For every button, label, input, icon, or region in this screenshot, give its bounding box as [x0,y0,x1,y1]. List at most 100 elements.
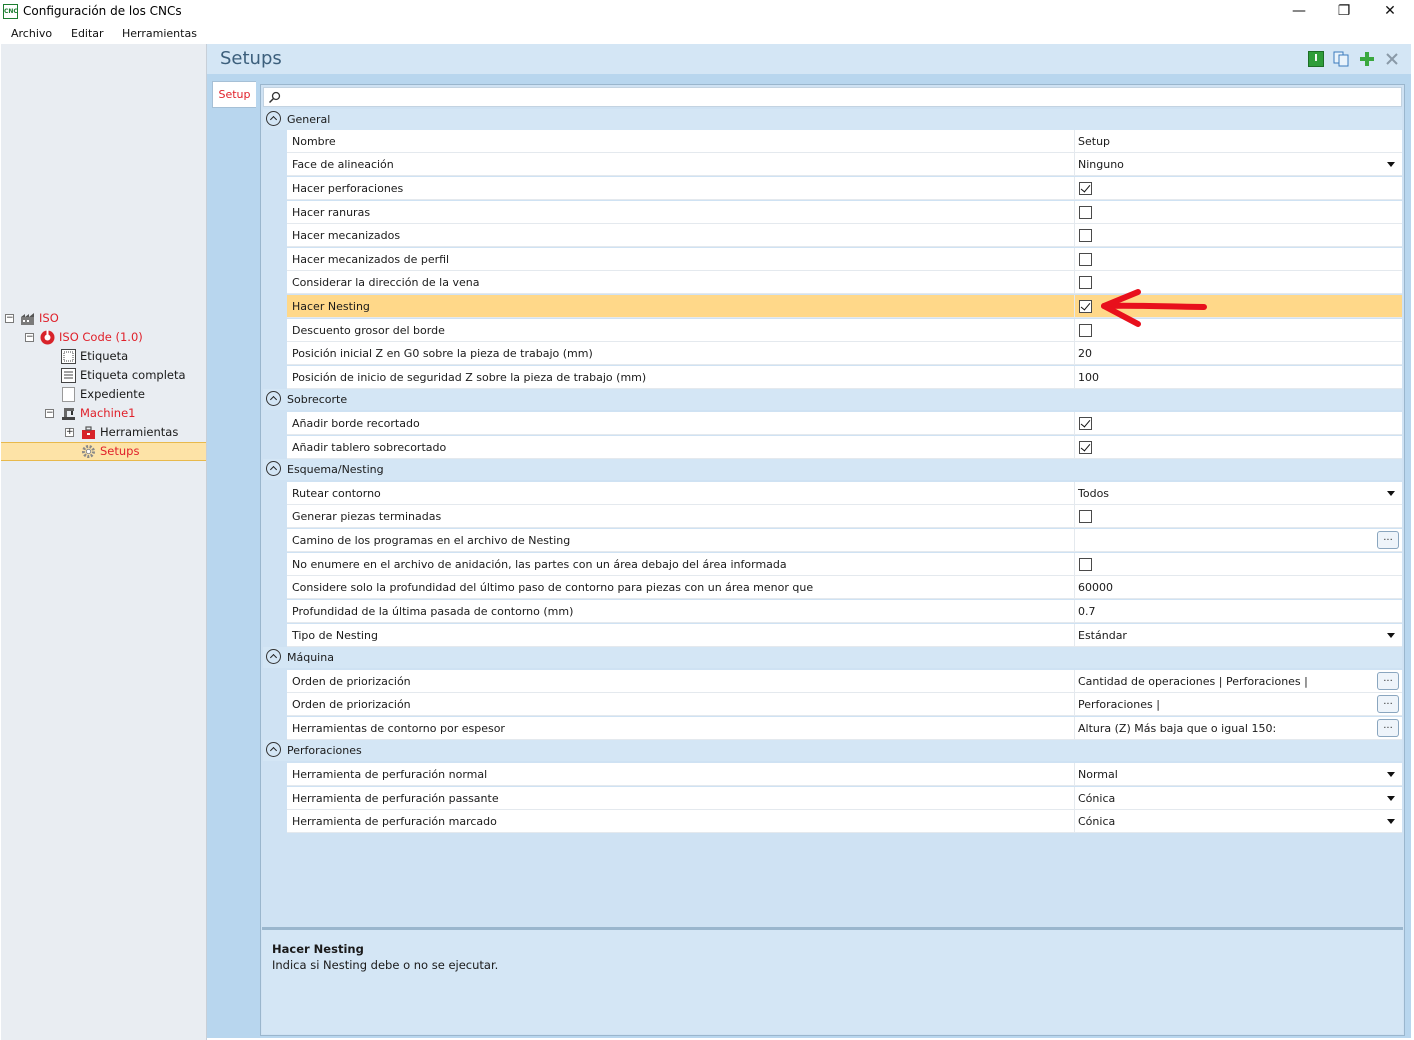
collapse-category-icon[interactable] [266,461,281,476]
checkbox-tablero[interactable] [1079,441,1092,454]
tree-item-etiqueta-completa[interactable]: Etiqueta completa [1,366,206,385]
search-icon [268,91,281,104]
dropdown-passante[interactable]: Cónica [1074,787,1401,810]
dropdown-arrow-icon[interactable] [1387,633,1395,638]
delete-icon[interactable] [1384,51,1400,67]
property-row[interactable]: Tipo de Nesting Estándar [287,624,1402,647]
property-row[interactable]: Herramienta de perfuración passante Cónic… [287,787,1402,810]
property-value[interactable]: 0.7 [1074,600,1401,623]
property-row[interactable]: Herramienta de perfuración marcado Cónica [287,810,1402,833]
property-row[interactable]: Descuento grosor del borde [287,319,1402,342]
edit-list-button[interactable]: ... [1377,695,1399,713]
property-row[interactable]: Considerar la dirección de la vena [287,271,1402,294]
checkbox-nesting[interactable] [1079,300,1092,313]
property-row[interactable]: Rutear contorno Todos [287,482,1402,505]
collapse-category-icon[interactable] [266,391,281,406]
dropdown-tipo[interactable]: Estándar [1074,624,1401,647]
category-maquina[interactable]: Máquina [263,647,1402,668]
checkbox-borde[interactable] [1079,417,1092,430]
property-value[interactable]: 20 [1074,342,1401,365]
collapse-category-icon[interactable] [266,742,281,757]
tree-item-expediente[interactable]: Expediente [1,385,206,404]
collapse-category-icon[interactable] [266,649,281,664]
expand-icon[interactable]: + [65,428,74,437]
tree-item-iso-code[interactable]: − ISO Code (1.0) [1,328,206,347]
search-input[interactable] [263,87,1402,107]
checkbox-mecanizados[interactable] [1079,229,1092,242]
app-cnc-icon: CNC [3,4,18,19]
property-row[interactable]: Profundidad de la última pasada de conto… [287,600,1402,623]
property-row[interactable]: No enumere en el archivo de anidación, l… [287,553,1402,576]
category-esquema[interactable]: Esquema/Nesting [263,459,1402,480]
property-row[interactable]: Hacer ranuras [287,201,1402,224]
property-row[interactable]: Herramienta de perfuración normal Normal [287,763,1402,786]
property-row[interactable]: Herramientas de contorno por espesor Altu… [287,717,1402,740]
dropdown-normal[interactable]: Normal [1074,763,1401,786]
property-row[interactable]: Añadir borde recortado [287,412,1402,435]
category-general[interactable]: General [263,109,1402,130]
dropdown-marcado[interactable]: Cónica [1074,810,1401,833]
collapse-category-icon[interactable] [266,111,281,126]
dropdown-arrow-icon[interactable] [1387,491,1395,496]
property-value[interactable]: Setup [1074,130,1401,153]
property-row[interactable]: Orden de priorización Perforaciones |... [287,693,1402,716]
add-icon[interactable] [1359,51,1375,67]
property-value[interactable]: Perforaciones |... [1074,693,1401,716]
dropdown-arrow-icon[interactable] [1387,819,1395,824]
property-row[interactable]: Hacer mecanizados [287,224,1402,247]
property-row[interactable]: Añadir tablero sobrecortado [287,436,1402,459]
property-row[interactable]: Nombre Setup [287,130,1402,153]
property-row[interactable]: Hacer perforaciones [287,177,1402,200]
property-row[interactable]: Generar piezas terminadas [287,505,1402,528]
tab-setup[interactable]: Setup [212,81,256,108]
property-row[interactable]: Camino de los programas en el archivo de… [287,529,1402,552]
collapse-icon[interactable]: − [25,333,34,342]
browse-button[interactable]: ... [1377,531,1399,549]
menu-herramientas[interactable]: Herramientas [122,27,197,40]
edit-list-button[interactable]: ... [1377,719,1399,737]
property-value[interactable]: 100 [1074,366,1401,389]
collapse-icon[interactable]: − [5,314,14,323]
checkbox-perfil[interactable] [1079,253,1092,266]
property-value[interactable]: Cantidad de operaciones | Perforaciones … [1074,670,1401,693]
property-row[interactable]: Hacer mecanizados de perfil [287,248,1402,271]
full-label-icon [61,368,76,383]
tree-item-iso[interactable]: − ISO [1,309,206,328]
checkbox-descuento[interactable] [1079,324,1092,337]
property-row[interactable]: Face de alineación Ninguno [287,153,1402,176]
checkbox-generar[interactable] [1079,510,1092,523]
dropdown-arrow-icon[interactable] [1387,772,1395,777]
property-value[interactable]: 60000 [1074,576,1401,599]
property-value[interactable]: ... [1074,529,1401,552]
tree-label-setups: Setups [100,444,140,458]
category-sobrecorte[interactable]: Sobrecorte [263,389,1402,410]
property-row[interactable]: Orden de priorización Cantidad de operaci… [287,670,1402,693]
close-button[interactable]: ✕ [1367,0,1413,24]
copy-icon[interactable] [1333,51,1349,67]
collapse-icon[interactable]: − [45,409,54,418]
property-row[interactable]: Posición de inicio de seguridad Z sobre … [287,366,1402,389]
tree-item-machine[interactable]: − Machine1 [1,404,206,423]
checkbox-vena[interactable] [1079,276,1092,289]
info-icon[interactable]: I [1308,51,1324,67]
checkbox-perforaciones[interactable] [1079,182,1092,195]
property-row-selected[interactable]: Hacer Nesting [287,295,1402,318]
edit-list-button[interactable]: ... [1377,672,1399,690]
property-row[interactable]: Posición inicial Z en G0 sobre la pieza … [287,342,1402,365]
checkbox-noenumere[interactable] [1079,558,1092,571]
minimize-button[interactable]: — [1276,0,1322,24]
category-perforaciones[interactable]: Perforaciones [263,740,1402,761]
dropdown-rutear[interactable]: Todos [1074,482,1401,505]
dropdown-arrow-icon[interactable] [1387,796,1395,801]
checkbox-ranuras[interactable] [1079,206,1092,219]
dropdown-face[interactable]: Ninguno [1074,153,1401,176]
maximize-button[interactable]: ❐ [1321,0,1367,24]
menu-archivo[interactable]: Archivo [11,27,52,40]
tree-item-herramientas[interactable]: + Herramientas [1,423,206,442]
menu-editar[interactable]: Editar [71,27,104,40]
tree-item-etiqueta[interactable]: Etiqueta [1,347,206,366]
property-value[interactable]: Altura (Z) Más baja que o igual 150:... [1074,717,1401,740]
tree-item-setups[interactable]: Setups [1,442,206,461]
property-row[interactable]: Considere solo la profundidad del último… [287,576,1402,599]
dropdown-arrow-icon[interactable] [1387,162,1395,167]
